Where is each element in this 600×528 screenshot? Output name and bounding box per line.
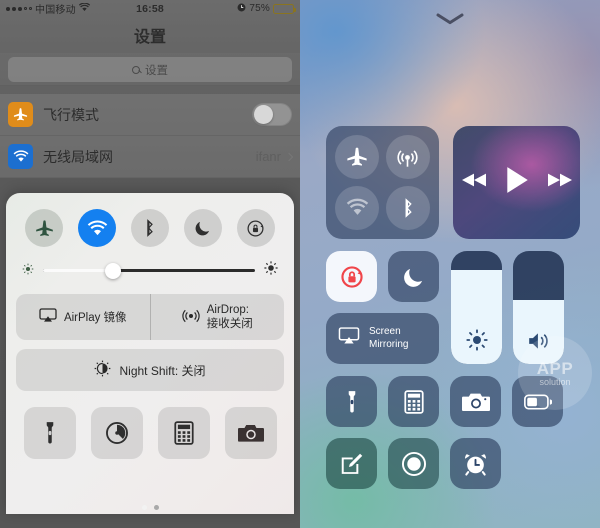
page-title: 设置 [133, 29, 166, 46]
airplay-label: AirPlay 镜像 [63, 312, 127, 324]
ios10-settings-pane: 中国移动 16:58 75% 设置 设置 飞行模式 无线局域网 ifanr Ai… [0, 0, 300, 528]
settings-row-label: 飞行模式 [43, 106, 99, 123]
page-indicator [6, 505, 294, 510]
settings-row-airplane[interactable]: 飞行模式 [0, 94, 300, 136]
airplane-mode-switch[interactable] [252, 103, 292, 126]
airplane-mode-button[interactable] [335, 135, 380, 180]
volume-icon [513, 331, 564, 351]
page-dot-inactive[interactable] [153, 505, 159, 510]
fast-forward-icon[interactable] [546, 172, 572, 193]
calculator-button[interactable] [388, 376, 439, 427]
screenshot-root: 中国移动 16:58 75% 设置 设置 飞行模式 无线局域网 ifanr Ai… [0, 0, 600, 528]
airdrop-button[interactable]: AirDrop: 接收关闭 [149, 294, 285, 340]
camera-shortcut[interactable] [224, 407, 277, 459]
brightness-slider[interactable] [451, 251, 502, 364]
rotation-lock-toggle[interactable] [236, 209, 275, 247]
control-center-grid: Screen Mirroring [326, 126, 580, 489]
do-not-disturb-toggle[interactable] [183, 209, 222, 247]
search-placeholder: 设置 [145, 64, 168, 77]
cc-mini-row [326, 251, 439, 302]
screen-mirroring-button[interactable]: Screen Mirroring [326, 313, 439, 364]
search-icon [132, 65, 140, 74]
brightness-icon [451, 329, 502, 351]
flashlight-shortcut[interactable] [23, 407, 76, 459]
alarm-icon [237, 3, 246, 15]
cc-shortcuts-row [6, 391, 294, 459]
battery-icon [273, 3, 296, 14]
page-dot-active[interactable] [141, 505, 147, 510]
rewind-icon[interactable] [461, 172, 488, 193]
bluetooth-button[interactable] [385, 185, 430, 230]
wifi-toggle[interactable] [78, 209, 117, 247]
brightness-track[interactable] [43, 262, 255, 279]
cc-toggle-row [6, 193, 294, 251]
settings-row-value: ifanr [255, 149, 281, 164]
battery-percent: 75% [249, 3, 270, 14]
cc-sliders [451, 251, 564, 364]
flashlight-button[interactable] [326, 376, 377, 427]
airdrop-label-line1: AirDrop: [206, 303, 249, 316]
brightness-slider[interactable] [6, 251, 294, 292]
bluetooth-toggle[interactable] [130, 209, 169, 247]
cc-apps-row-2 [326, 438, 580, 489]
cc-apps-row-1 [326, 376, 580, 427]
play-icon[interactable] [505, 166, 529, 199]
brightness-low-icon [22, 262, 34, 280]
timer-shortcut[interactable] [90, 407, 143, 459]
screen-mirroring-line1: Screen [369, 326, 401, 337]
ios10-control-center: AirPlay 镜像 AirDrop: 接收关闭 Night Shift: 关闭 [6, 193, 294, 514]
camera-button[interactable] [450, 376, 501, 427]
settings-row-wifi[interactable]: 无线局域网 ifanr [0, 136, 300, 178]
chevron-right-icon [284, 152, 294, 161]
cellular-data-button[interactable] [385, 135, 430, 180]
low-power-mode-button[interactable] [512, 376, 563, 427]
airdrop-label: AirDrop: 接收关闭 [207, 303, 253, 332]
search-bar-container: 设置 [0, 53, 300, 86]
calculator-shortcut[interactable] [157, 407, 210, 459]
wifi-button[interactable] [335, 185, 380, 230]
airplay-icon [39, 308, 57, 326]
nightshift-icon [94, 360, 111, 380]
status-bar: 中国移动 16:58 75% [0, 0, 300, 17]
cc-airplay-airdrop-row: AirPlay 镜像 AirDrop: 接收关闭 [16, 294, 284, 340]
screen-mirroring-label: Screen Mirroring [369, 326, 408, 351]
screen-mirroring-line2: Mirroring [369, 338, 409, 350]
airplane-icon [8, 102, 33, 127]
brightness-knob[interactable] [104, 262, 121, 279]
airplane-mode-toggle[interactable] [25, 209, 64, 247]
night-shift-label: Night Shift: 关闭 [119, 363, 206, 378]
chevron-down-icon[interactable] [435, 12, 465, 30]
rotation-lock-button[interactable] [326, 251, 377, 302]
do-not-disturb-button[interactable] [388, 251, 439, 302]
alarm-button[interactable] [450, 438, 501, 489]
cc-left-column: Screen Mirroring [326, 251, 439, 364]
airdrop-label-line2: 接收关闭 [206, 318, 253, 330]
notes-button[interactable] [326, 438, 377, 489]
ios11-control-center-pane: Screen Mirroring APP solution [300, 0, 600, 528]
cc-row-top [326, 126, 580, 239]
cc-row-middle: Screen Mirroring [326, 251, 580, 364]
airplay-mirroring-button[interactable]: AirPlay 镜像 [16, 294, 150, 340]
settings-list: 飞行模式 无线局域网 ifanr [0, 94, 300, 178]
now-playing-module [453, 126, 580, 239]
airdrop-icon [182, 307, 200, 328]
search-input[interactable]: 设置 [8, 57, 292, 82]
airplay-icon [338, 327, 360, 350]
connectivity-module [326, 126, 439, 239]
settings-row-label: 无线局域网 [43, 148, 113, 165]
night-shift-button[interactable]: Night Shift: 关闭 [16, 349, 284, 391]
brightness-high-icon [264, 261, 278, 280]
status-bar-right: 75% [237, 3, 296, 15]
volume-slider[interactable] [513, 251, 564, 364]
wifi-icon [8, 144, 33, 169]
screen-record-button[interactable] [388, 438, 439, 489]
